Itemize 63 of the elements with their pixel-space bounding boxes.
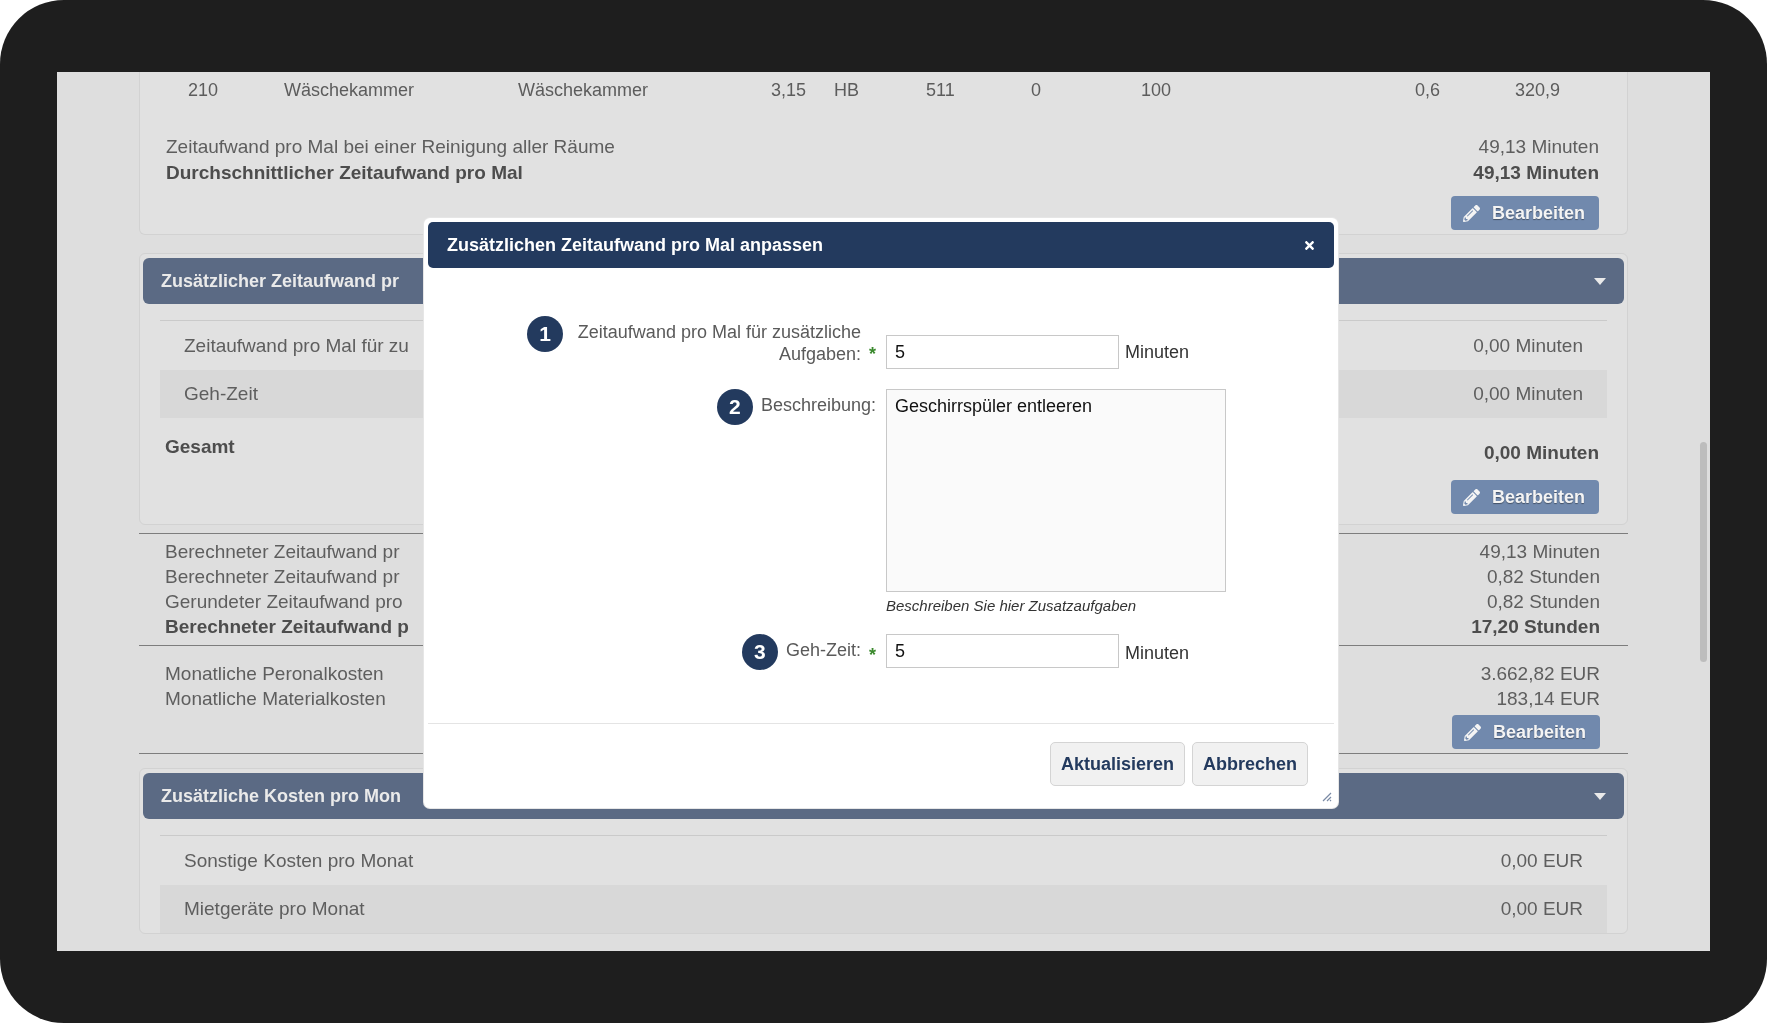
table-cell-text: HB (834, 79, 860, 101)
update-button[interactable]: Aktualisieren (1049, 742, 1185, 786)
total-value: 0,00 Minuten (1483, 442, 1599, 464)
row-label: Geh-Zeit (184, 383, 258, 405)
input-field[interactable]: 5 (886, 634, 1119, 668)
close-icon[interactable] (1303, 238, 1316, 252)
required-mark: * (869, 644, 876, 666)
field-hint: Beschreiben Sie hier Zusatzaufgaben (886, 597, 1138, 614)
pencil-icon (1462, 204, 1480, 222)
table-cell-text: 511 (926, 79, 956, 101)
row-label: Mietgeräte pro Monat (184, 898, 365, 920)
table-cell-text: 0,6 (1415, 79, 1442, 101)
summary-label: Monatliche Materialkosten (165, 688, 386, 710)
row-value: 0,00 Minuten (1473, 383, 1583, 405)
summary-value: 49,13 Minuten (1473, 162, 1599, 184)
table-cell-text: Wäschekammer (518, 79, 650, 101)
table-cell-text: 210 (188, 79, 220, 101)
summary-label: Zeitaufwand pro Mal bei einer Reinigung aller Räume (166, 136, 615, 158)
resize-grip-icon[interactable] (1320, 790, 1332, 802)
summary-value: 183,14 EUR (1496, 688, 1600, 710)
summary-label: Durchschnittlicher Zeitaufwand pro Mal (166, 162, 523, 184)
field-label: Zeitaufwand pro Mal für zusätzliche Aufgaben: (576, 321, 861, 365)
summary-value: 17,20 Stunden (1471, 616, 1600, 638)
summary-label: Berechneter Zeitaufwand pr (165, 566, 400, 588)
table-cell: 320,9 (1515, 79, 1561, 101)
table-cell-text: 0 (1031, 79, 1042, 101)
description-field[interactable]: Geschirrspüler entleeren (886, 389, 1226, 592)
summary-value: 0,82 Stunden (1486, 566, 1600, 588)
input-field[interactable]: 5 (886, 335, 1119, 369)
row-value: 0,00 Minuten (1473, 335, 1583, 357)
summary-value: 3.662,82 EUR (1480, 663, 1600, 685)
row-value: 0,00 EUR (1500, 850, 1583, 872)
field-label: Beschreibung: (760, 394, 876, 416)
caret-icon (1594, 792, 1606, 800)
summary-label: Gerundeter Zeitaufwand pro (165, 591, 403, 613)
step-number: 3 (741, 634, 778, 670)
caret-icon (1594, 277, 1606, 285)
section-title: Zusätzliche Kosten pro Mon (161, 785, 401, 807)
required-mark: * (869, 343, 876, 365)
cancel-button[interactable]: Abbrechen (1191, 742, 1308, 786)
table-cell-text: Wäschekammer (284, 79, 416, 101)
row-value: 0,00 EUR (1500, 898, 1583, 920)
row-label: Sonstige Kosten pro Monat (184, 850, 414, 872)
section-title: Zusätzlicher Zeitaufwand pr (161, 270, 400, 292)
unit-label: Minuten (1124, 342, 1191, 364)
row-label: Zeitaufwand pro Mal für zu (184, 335, 409, 357)
summary-value: 49,13 Minuten (1479, 541, 1600, 563)
step-number: 1 (527, 316, 563, 352)
summary-label: Monatliche Peronalkosten (165, 663, 384, 685)
step-number: 2 (716, 389, 753, 425)
summary-label: Berechneter Zeitaufwand pr (165, 541, 400, 563)
summary-label: Berechneter Zeitaufwand p (165, 616, 409, 638)
scrollbar[interactable] (1700, 442, 1707, 662)
pencil-icon (1463, 723, 1481, 741)
total-label: Gesamt (165, 436, 235, 458)
field-label: Geh-Zeit: (785, 639, 861, 661)
table-cell-text: 100 (1141, 79, 1173, 101)
summary-value: 49,13 Minuten (1478, 136, 1599, 158)
pencil-icon (1462, 488, 1480, 506)
unit-label: Minuten (1124, 643, 1191, 665)
table-cell-text: 3,15 (771, 79, 808, 101)
summary-value: 0,82 Stunden (1486, 591, 1600, 613)
dialog-title: Zusätzlichen Zeitaufwand pro Mal anpassen (447, 234, 824, 256)
